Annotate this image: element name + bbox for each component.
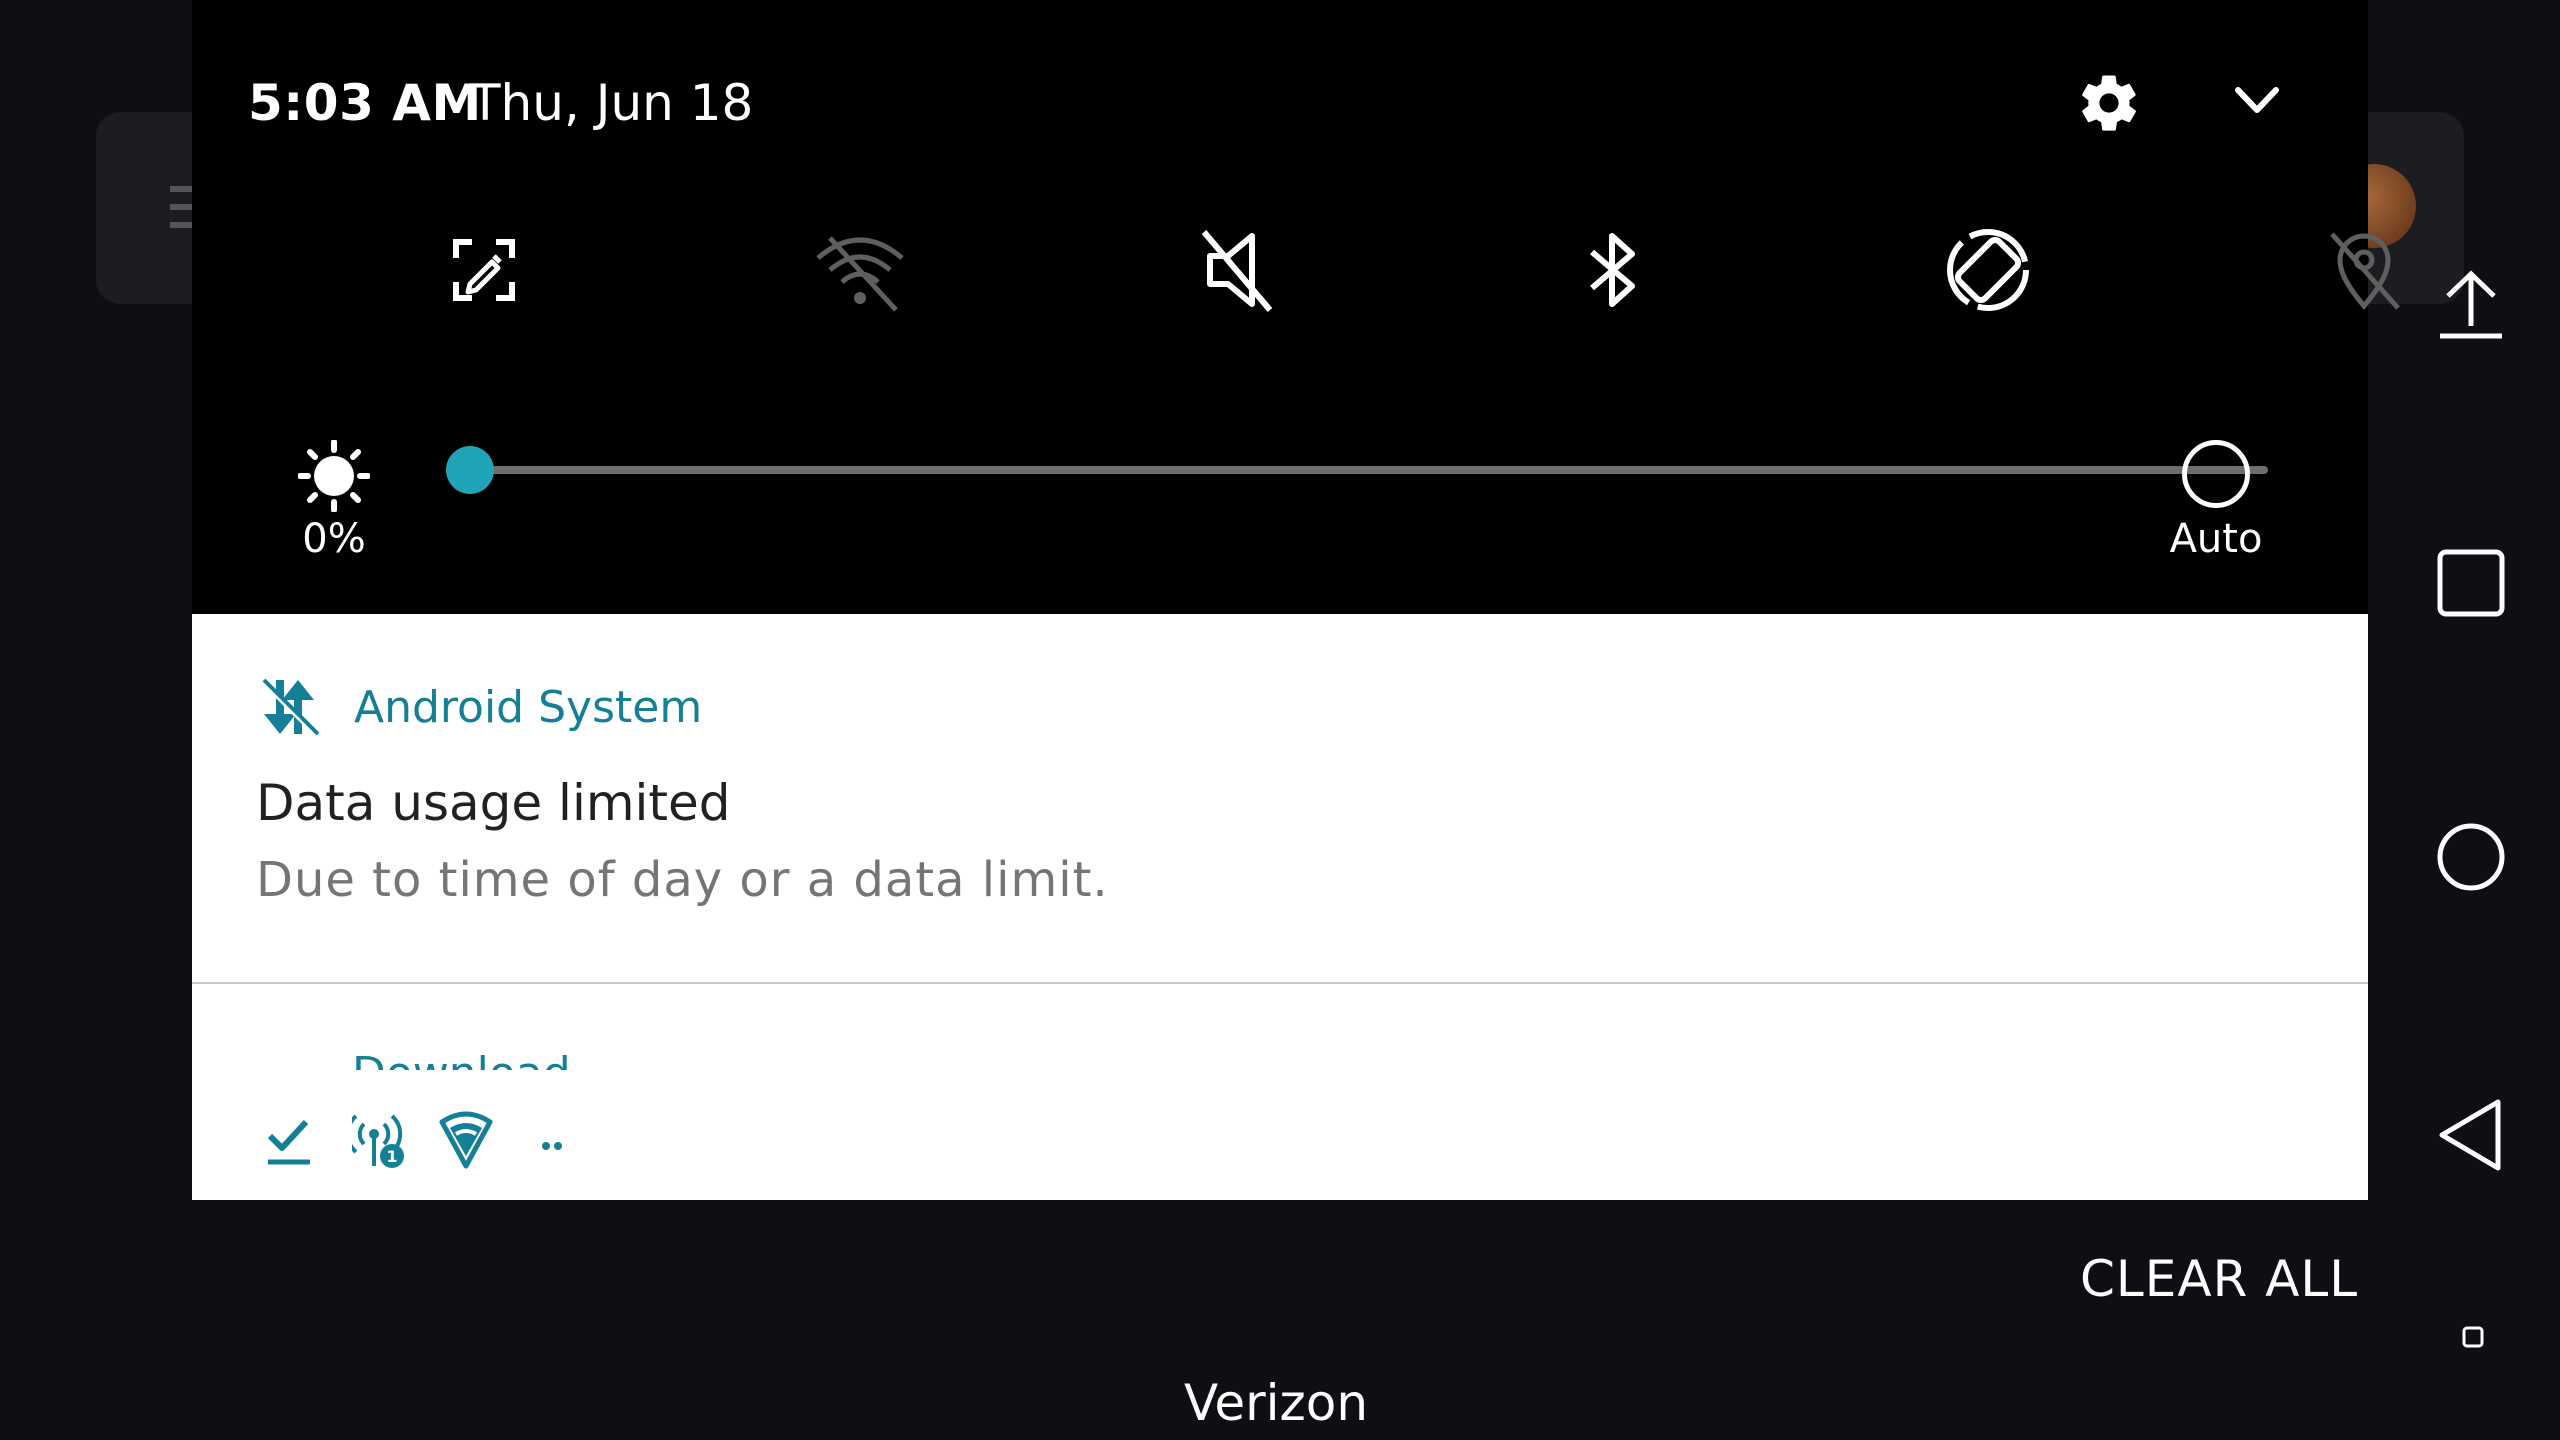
hotspot-icon: 1: [345, 1108, 408, 1172]
brightness-sun-icon: [297, 439, 371, 513]
upload-icon[interactable]: [2436, 266, 2506, 342]
clock-time: 5:03 AM: [248, 74, 482, 132]
brightness-percent: 0%: [302, 516, 366, 562]
back-icon[interactable]: [2436, 1098, 2506, 1172]
collapse-chevron-down-icon[interactable]: [2232, 80, 2282, 120]
carrier-label: Verizon: [1184, 1374, 1369, 1432]
notification-app-name: Android System: [354, 682, 703, 733]
edit-tiles-icon[interactable]: [434, 220, 534, 320]
clear-all-button[interactable]: CLEAR ALL: [2080, 1250, 2358, 1308]
auto-rotate-icon[interactable]: [1938, 220, 2038, 320]
wifi-off-icon[interactable]: [810, 220, 910, 320]
check-download-icon: [264, 1108, 314, 1172]
brightness-slider-thumb[interactable]: [446, 446, 494, 494]
auto-brightness-label: Auto: [2169, 516, 2263, 562]
bluetooth-icon[interactable]: [1562, 220, 1662, 320]
clock-date: Thu, Jun 18: [470, 74, 754, 132]
quick-settings-panel: 5:03 AM Thu, Jun 18 0% Auto: [192, 0, 2400, 614]
notification-card[interactable]: Android System Data usage limited Due to…: [192, 614, 2368, 982]
more-dots-icon: [538, 1108, 568, 1172]
settings-gear-icon[interactable]: [2076, 70, 2142, 136]
svg-text:1: 1: [386, 1147, 397, 1166]
small-square-icon[interactable]: [2462, 1326, 2484, 1348]
notification-text: Due to time of day or a data limit.: [256, 852, 1109, 908]
partial-app-name: Download M: [352, 984, 612, 1070]
notification-card-partial[interactable]: Download M 1: [192, 984, 2368, 1200]
sound-muted-icon[interactable]: [1186, 220, 1286, 320]
vpn-shield-icon: [438, 1108, 494, 1172]
brightness-slider-track[interactable]: [470, 466, 2268, 474]
recents-icon[interactable]: [2436, 548, 2506, 618]
home-icon[interactable]: [2436, 822, 2506, 892]
notification-title: Data usage limited: [256, 774, 731, 832]
data-saver-icon: [256, 674, 322, 740]
location-off-icon[interactable]: [2314, 220, 2414, 320]
auto-brightness-toggle[interactable]: [2182, 440, 2250, 508]
background-menu-icon: [170, 186, 194, 230]
